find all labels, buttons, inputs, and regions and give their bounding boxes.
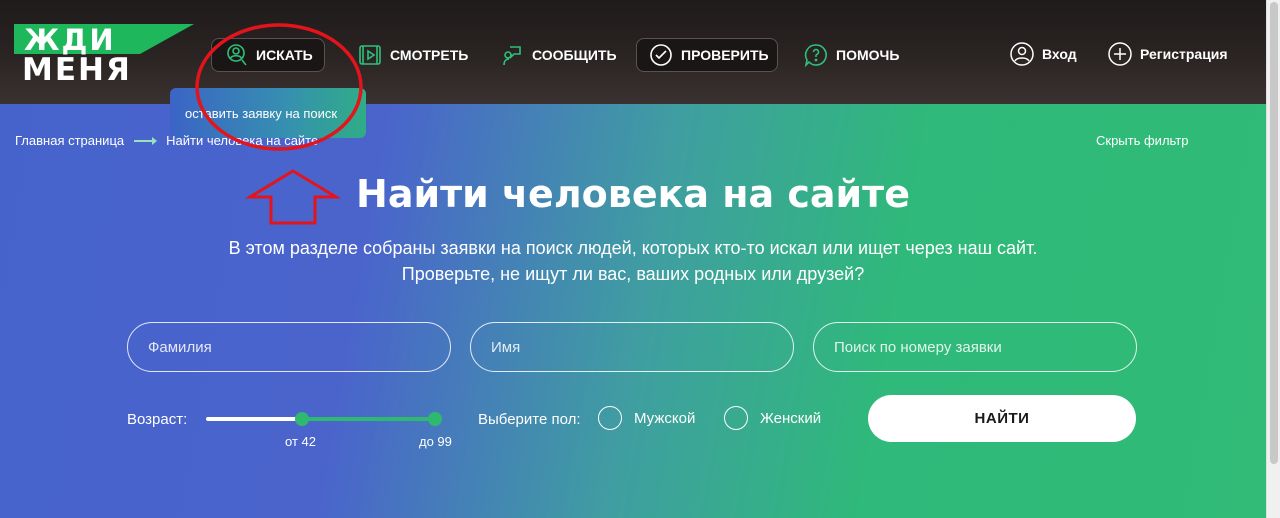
nav-help-label: ПОМОЧЬ bbox=[836, 47, 900, 63]
breadcrumb-home[interactable]: Главная страница bbox=[15, 133, 124, 148]
find-button[interactable]: НАЙТИ bbox=[868, 395, 1136, 442]
nav-help[interactable]: ПОМОЧЬ bbox=[792, 38, 911, 72]
nav-check-label: ПРОВЕРИТЬ bbox=[681, 47, 769, 63]
subtitle-line-1: В этом разделе собраны заявки на поиск л… bbox=[228, 238, 1038, 258]
age-slider-min-handle[interactable] bbox=[295, 412, 309, 426]
age-from-value: от 42 bbox=[285, 434, 316, 449]
nav-report-label: СООБЩИТЬ bbox=[532, 47, 617, 63]
request-number-field-wrapper bbox=[813, 322, 1137, 372]
scrollbar-thumb[interactable] bbox=[1270, 2, 1278, 464]
page-subtitle: В этом разделе собраны заявки на поиск л… bbox=[0, 235, 1266, 287]
video-icon bbox=[358, 43, 382, 67]
age-to-value: до 99 bbox=[419, 434, 452, 449]
gender-label: Выберите пол: bbox=[478, 411, 581, 428]
age-slider[interactable] bbox=[206, 412, 442, 426]
arrow-right-icon bbox=[134, 136, 158, 145]
check-circle-icon bbox=[649, 43, 673, 67]
nav-report[interactable]: СООБЩИТЬ bbox=[488, 38, 629, 72]
search-person-icon bbox=[224, 43, 248, 67]
register-label: Регистрация bbox=[1140, 46, 1228, 62]
login-link[interactable]: Вход bbox=[1010, 42, 1077, 66]
nav-search[interactable]: ИСКАТЬ bbox=[211, 38, 325, 72]
nav-watch-label: СМОТРЕТЬ bbox=[390, 47, 469, 63]
dropdown-item-label: оставить заявку на поиск bbox=[185, 105, 338, 121]
page-scrollbar[interactable] bbox=[1266, 0, 1280, 518]
nav-watch[interactable]: СМОТРЕТЬ bbox=[346, 38, 480, 72]
gender-male-radio[interactable] bbox=[598, 406, 622, 430]
surname-field-wrapper bbox=[127, 322, 451, 372]
dropdown-leave-request[interactable]: оставить заявку на поиск bbox=[170, 88, 366, 138]
question-bubble-icon bbox=[804, 43, 828, 67]
nav-check[interactable]: ПРОВЕРИТЬ bbox=[636, 38, 778, 72]
nav-search-label: ИСКАТЬ bbox=[256, 47, 313, 63]
gender-female-label: Женский bbox=[760, 409, 822, 427]
name-input[interactable] bbox=[471, 323, 793, 371]
request-number-input[interactable] bbox=[814, 323, 1136, 371]
logo-line2: МЕНЯ bbox=[22, 52, 132, 88]
gender-female-option[interactable]: Женский bbox=[724, 406, 821, 430]
subtitle-line-2: Проверьте, не ищут ли вас, ваших родных … bbox=[401, 264, 865, 284]
user-icon bbox=[1010, 42, 1034, 66]
page: ЖДИ МЕНЯ ИСКАТЬ СМОТРЕТЬ СООБЩИТЬ ПРОВЕР… bbox=[0, 0, 1266, 518]
login-label: Вход bbox=[1042, 46, 1077, 62]
breadcrumb: Главная страница Найти человека на сайте bbox=[15, 133, 318, 148]
age-slider-max-handle[interactable] bbox=[428, 412, 442, 426]
register-link[interactable]: Регистрация bbox=[1108, 42, 1228, 66]
age-label: Возраст: bbox=[127, 411, 188, 428]
breadcrumb-current: Найти человека на сайте bbox=[166, 133, 319, 148]
gender-male-label: Мужской bbox=[634, 409, 696, 427]
hide-filter-link[interactable]: Скрыть фильтр bbox=[1096, 133, 1188, 148]
name-field-wrapper bbox=[470, 322, 794, 372]
gender-male-option[interactable]: Мужской bbox=[598, 406, 695, 430]
page-title: Найти человека на сайте bbox=[356, 172, 910, 216]
speech-person-icon bbox=[500, 43, 524, 67]
plus-circle-icon bbox=[1108, 42, 1132, 66]
age-slider-track bbox=[206, 417, 302, 421]
surname-input[interactable] bbox=[128, 323, 450, 371]
age-slider-range bbox=[302, 417, 436, 421]
logo[interactable]: ЖДИ МЕНЯ bbox=[14, 23, 194, 88]
gender-female-radio[interactable] bbox=[724, 406, 748, 430]
